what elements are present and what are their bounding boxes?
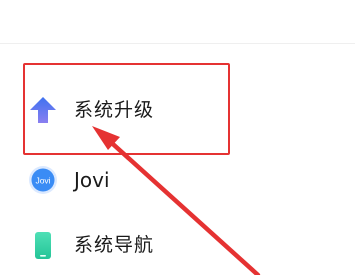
settings-item-system-navigation[interactable]: 系统导航: [0, 215, 355, 275]
settings-item-label: 系统导航: [74, 234, 155, 256]
settings-item-label: 系统升级: [74, 99, 155, 121]
svg-text:Jovi: Jovi: [35, 176, 50, 186]
settings-item-label: Jovi: [74, 168, 110, 192]
top-divider: [0, 43, 355, 44]
settings-item-jovi[interactable]: Jovi Jovi: [0, 150, 355, 210]
settings-item-system-update[interactable]: 系统升级: [0, 80, 355, 140]
jovi-icon: Jovi: [29, 166, 57, 194]
system-update-arrow-icon: [30, 97, 56, 123]
phone-navigation-icon: [35, 232, 51, 259]
